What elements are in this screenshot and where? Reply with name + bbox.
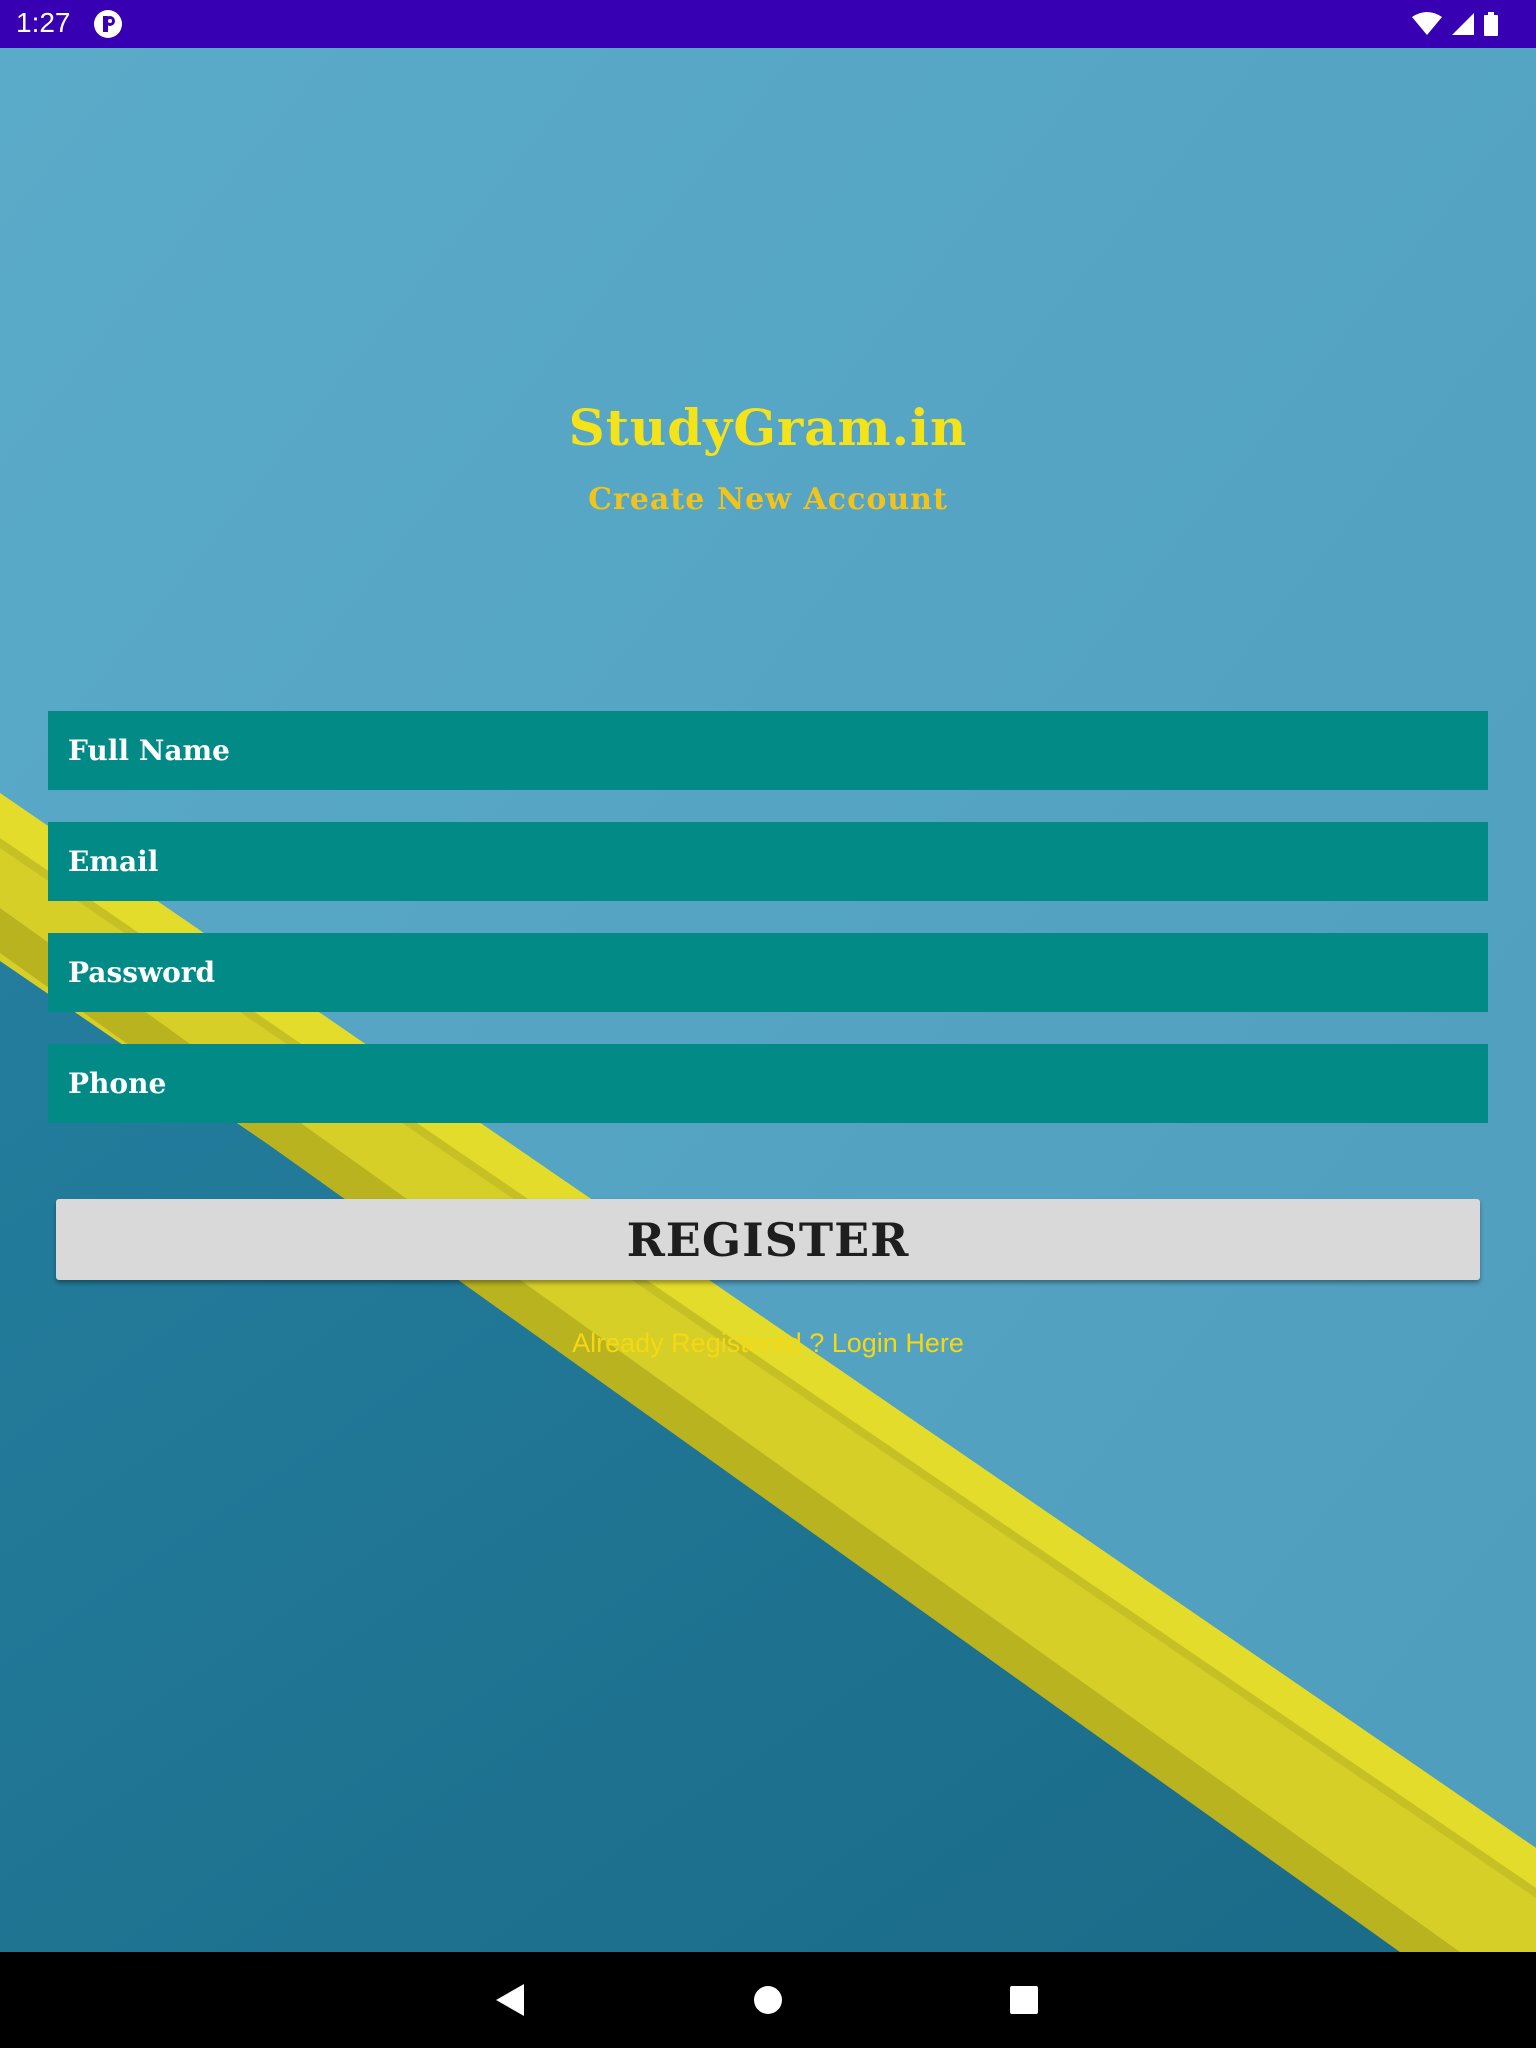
phone-field[interactable]: Phone [48, 1044, 1488, 1123]
email-field[interactable]: Email [48, 822, 1488, 901]
email-placeholder: Email [68, 845, 159, 878]
app-title: StudyGram.in [568, 398, 968, 457]
back-button[interactable] [482, 1972, 538, 2028]
wifi-icon [1412, 12, 1442, 35]
page-subtitle: Create New Account [588, 482, 948, 517]
status-bar: 1:27 [0, 0, 1536, 48]
back-icon [496, 1984, 524, 2016]
password-field[interactable]: Password [48, 933, 1488, 1012]
password-placeholder: Password [68, 956, 216, 989]
status-time: 1:27 [16, 7, 71, 38]
app-notification-icon [94, 10, 122, 38]
register-button-label: REGISTER [626, 1212, 910, 1267]
register-screen: 1:27 StudyGram.in Create New Account Ful… [0, 0, 1536, 2048]
phone-placeholder: Phone [68, 1067, 167, 1100]
home-icon [754, 1986, 782, 2014]
recents-icon [1010, 1986, 1038, 2014]
recents-button[interactable] [996, 1972, 1052, 2028]
register-button[interactable]: REGISTER [56, 1199, 1480, 1280]
battery-icon [1484, 12, 1498, 36]
full-name-field[interactable]: Full Name [48, 711, 1488, 790]
navigation-bar [0, 1952, 1536, 2048]
login-link[interactable]: Already Registered ? Login Here [0, 1328, 1536, 1359]
full-name-placeholder: Full Name [68, 734, 230, 767]
home-button[interactable] [740, 1972, 796, 2028]
status-icons [1410, 8, 1520, 40]
cell-signal-icon [1452, 13, 1474, 35]
